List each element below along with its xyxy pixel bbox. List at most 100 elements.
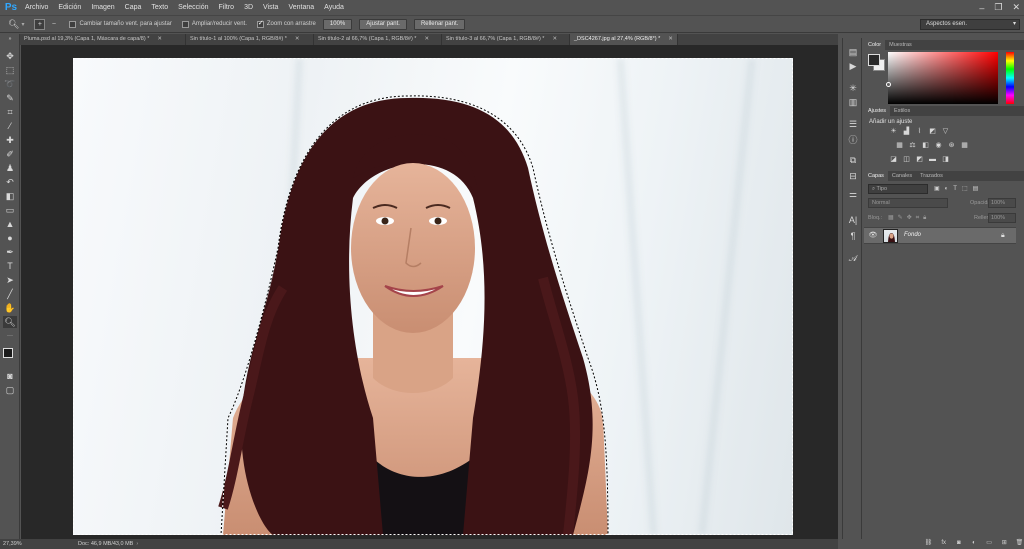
invert-icon[interactable]: ◪ xyxy=(888,155,899,164)
clone-stamp-icon[interactable]: ♟ xyxy=(3,162,17,174)
foreground-color-swatch[interactable] xyxy=(3,348,13,358)
menu-3d[interactable]: 3D xyxy=(239,0,258,15)
mask-icon[interactable]: ◙ xyxy=(954,538,963,548)
scrubby-zoom-option[interactable]: Zoom con arrastre xyxy=(256,19,316,28)
tab-sin-titulo-1[interactable]: Sin título-1 al 100% (Capa 1, RGB/8#) * ✕ xyxy=(186,34,314,45)
eye-icon[interactable]: 👁︎ xyxy=(868,231,878,241)
blur-tool-icon[interactable]: ▲ xyxy=(3,218,17,230)
dodge-tool-icon[interactable]: ● xyxy=(3,232,17,244)
quick-mask-icon[interactable]: ◙ xyxy=(3,370,17,382)
collapse-icon[interactable]: » xyxy=(3,36,17,48)
selective-color-icon[interactable]: ◨ xyxy=(940,155,951,164)
character-icon[interactable]: A| xyxy=(846,214,860,226)
chevron-right-icon[interactable]: › xyxy=(136,541,138,547)
marquee-tool-icon[interactable]: ⬚ xyxy=(3,64,17,76)
group-icon[interactable]: ▭ xyxy=(985,538,994,548)
lock-icon[interactable]: 🔒︎ xyxy=(1001,231,1011,241)
exposure-icon[interactable]: ◩ xyxy=(927,127,938,136)
menu-ventana[interactable]: Ventana xyxy=(283,0,319,15)
maximize-icon[interactable]: ❐ xyxy=(994,2,1002,13)
minimize-icon[interactable]: – xyxy=(979,3,984,13)
scrubby-zoom-checkbox[interactable] xyxy=(256,19,264,28)
resize-windows-option[interactable]: Cambiar tamaño vent. para ajustar xyxy=(69,20,172,28)
menu-vista[interactable]: Vista xyxy=(258,0,283,15)
zoom-in-icon[interactable]: + xyxy=(34,18,46,30)
threshold-icon[interactable]: ◩ xyxy=(914,155,925,164)
clone-source-icon[interactable]: ⧉ xyxy=(846,154,860,166)
info-icon[interactable]: ⓘ xyxy=(846,134,860,146)
new-layer-icon[interactable]: ⊞ xyxy=(1000,538,1009,548)
eraser-icon[interactable]: ◧ xyxy=(3,190,17,202)
blend-mode-select[interactable]: Normal xyxy=(868,198,948,208)
document-canvas[interactable] xyxy=(73,58,793,535)
history-icon[interactable]: ▤ xyxy=(846,46,860,58)
channel-mixer-icon[interactable]: ⊛ xyxy=(946,141,957,150)
zoom-tool-icon[interactable]: 🔍︎ xyxy=(8,19,19,30)
properties-icon[interactable]: ☰ xyxy=(846,118,860,130)
link-icon[interactable]: ⛓ xyxy=(924,538,933,548)
more-tools-icon[interactable]: ··· xyxy=(3,330,17,342)
layer-thumbnail[interactable] xyxy=(883,229,898,243)
menu-ayuda[interactable]: Ayuda xyxy=(319,0,349,15)
tab-pluma[interactable]: Pluma.psd al 19,3% (Capa 1, Máscara de c… xyxy=(20,34,186,45)
menu-archivo[interactable]: Archivo xyxy=(20,0,53,15)
adjust-sliders-icon[interactable]: ⚌ xyxy=(846,188,860,200)
adjust-icon[interactable]: ✳ xyxy=(846,82,860,94)
fit-screen-button[interactable]: Ajustar pant. xyxy=(359,18,407,30)
brush-presets-icon[interactable]: ▥ xyxy=(846,96,860,108)
tab-sin-titulo-2[interactable]: Sin título-2 al 66,7% (Capa 1, RGB/8#) *… xyxy=(314,34,442,45)
photo-filter-icon[interactable]: ◉ xyxy=(933,141,944,150)
menu-texto[interactable]: Texto xyxy=(146,0,173,15)
line-tool-icon[interactable]: ╱ xyxy=(3,288,17,300)
gradient-tool-icon[interactable]: ▭ xyxy=(3,204,17,216)
healing-brush-icon[interactable]: ✚ xyxy=(3,134,17,146)
color-lookup-icon[interactable]: ▦ xyxy=(959,141,970,150)
opacity-field[interactable]: 100% xyxy=(988,198,1016,208)
hue-saturation-icon[interactable]: ▦ xyxy=(894,141,905,150)
foreground-color-swatch[interactable] xyxy=(868,54,880,66)
close-icon[interactable]: ✕ xyxy=(1012,2,1020,13)
tab-adjustments[interactable]: Ajustes xyxy=(864,106,891,116)
black-white-icon[interactable]: ◧ xyxy=(920,141,931,150)
zoom-level[interactable]: 27,39% xyxy=(0,541,32,547)
eyedropper-icon[interactable]: ⁄ xyxy=(3,120,17,132)
layer-filter-icons[interactable]: ▣◐T⬚▤ xyxy=(934,185,983,192)
brightness-icon[interactable]: ☀ xyxy=(888,127,899,136)
tab-dsc4267[interactable]: _DSC4267.jpg al 27,4% (RGB/8*) * ✕ xyxy=(570,34,678,45)
tab-styles[interactable]: Estilos xyxy=(890,106,914,116)
posterize-icon[interactable]: ◫ xyxy=(901,155,912,164)
canvas-area[interactable] xyxy=(21,45,838,539)
paragraph-icon[interactable]: ¶ xyxy=(846,230,860,242)
layer-name[interactable]: Fondo xyxy=(904,232,921,238)
type-tool-icon[interactable]: T xyxy=(3,260,17,272)
color-cursor[interactable] xyxy=(886,82,891,87)
menu-edicion[interactable]: Edición xyxy=(53,0,86,15)
color-balance-icon[interactable]: ⚖ xyxy=(907,141,918,150)
menu-imagen[interactable]: Imagen xyxy=(86,0,119,15)
lock-icons[interactable]: ▦✎✥⌗🔒︎ xyxy=(888,214,930,222)
color-picker-field[interactable] xyxy=(886,52,998,104)
trash-icon[interactable]: 🗑︎ xyxy=(1015,538,1024,548)
styles-icon[interactable]: ⊟ xyxy=(846,170,860,182)
zoom-out-icon[interactable]: − xyxy=(48,19,59,30)
levels-icon[interactable]: ▟ xyxy=(901,127,912,136)
crop-tool-icon[interactable]: ⌗ xyxy=(3,106,17,118)
zoom-all-checkbox[interactable] xyxy=(181,20,189,28)
close-icon[interactable]: ✕ xyxy=(295,34,300,45)
menu-seleccion[interactable]: Selección xyxy=(173,0,213,15)
vibrance-icon[interactable]: ▽ xyxy=(940,127,951,136)
fx-icon[interactable]: fx xyxy=(939,538,948,548)
tab-color[interactable]: Color xyxy=(864,40,886,50)
path-select-icon[interactable]: ➤ xyxy=(3,274,17,286)
zoom-all-option[interactable]: Ampliar/reducir vent. xyxy=(181,20,247,28)
adjustment-layer-icon[interactable]: ◐ xyxy=(969,538,978,548)
play-icon[interactable]: ▶ xyxy=(846,60,860,72)
fill-screen-button[interactable]: Rellenar pant. xyxy=(413,18,466,30)
tab-sin-titulo-3[interactable]: Sin título-3 al 66,7% (Capa 1, RGB/8#) *… xyxy=(442,34,570,45)
menu-capa[interactable]: Capa xyxy=(120,0,147,15)
layer-row[interactable]: 👁︎ Fondo 🔒︎ xyxy=(864,227,1016,244)
lasso-tool-icon[interactable]: ➰ xyxy=(3,78,17,90)
glyphs-icon[interactable]: 𝒜 xyxy=(846,252,860,264)
brush-tool-icon[interactable]: ✐ xyxy=(3,148,17,160)
gradient-map-icon[interactable]: ▬ xyxy=(927,155,938,164)
